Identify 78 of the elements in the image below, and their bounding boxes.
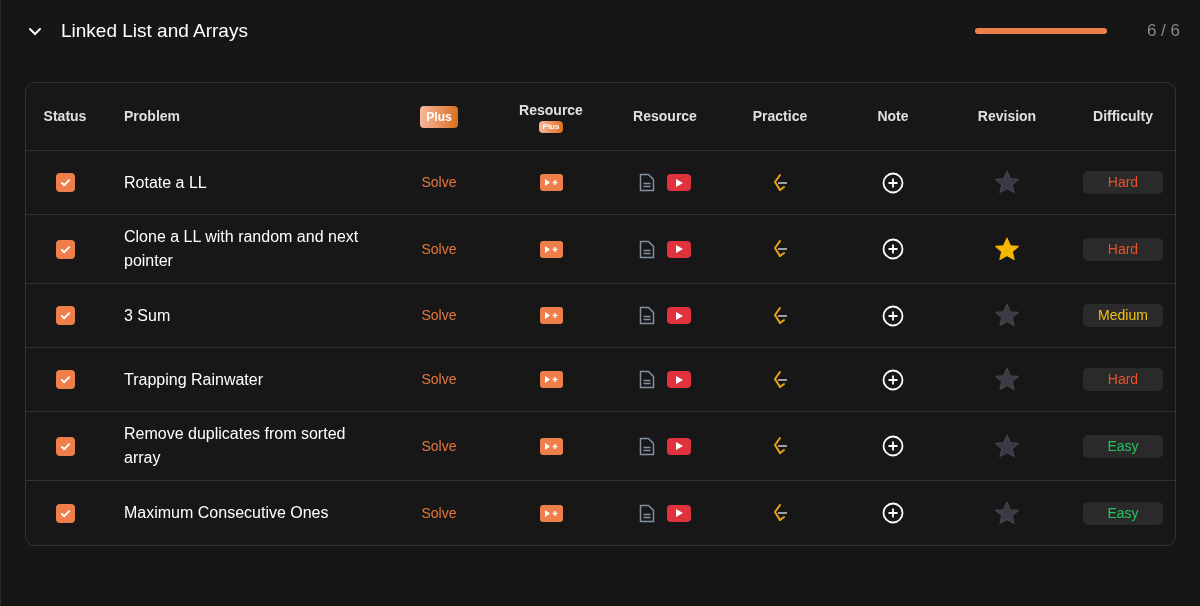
document-icon[interactable] — [639, 239, 655, 259]
plus-badge: Plus — [538, 121, 564, 133]
status-checkbox[interactable] — [55, 436, 75, 456]
difficulty-tag: Easy — [1083, 501, 1163, 525]
difficulty-tag: Easy — [1083, 434, 1163, 458]
check-icon — [59, 177, 71, 188]
problem-name: 3 Sum — [124, 305, 172, 326]
column-header: Note — [877, 107, 909, 126]
add-note-icon[interactable] — [882, 304, 904, 327]
document-icon[interactable] — [639, 173, 655, 192]
video-plus-icon[interactable] — [539, 437, 563, 455]
column-header: Status — [43, 107, 87, 126]
problem-name: Maximum Consecutive Ones — [124, 503, 330, 523]
problem-name: Trapping Rainwater — [124, 369, 265, 390]
column-header: Practice — [752, 107, 808, 126]
add-note-icon[interactable] — [882, 502, 904, 524]
section-title: Linked List and Arrays — [61, 18, 248, 43]
video-plus-icon[interactable] — [539, 371, 563, 388]
status-checkbox[interactable] — [55, 173, 75, 192]
add-note-icon[interactable] — [882, 435, 904, 457]
revision-star-icon[interactable] — [994, 500, 1020, 526]
solve-link[interactable]: Solve — [421, 305, 457, 326]
problem-name: Clone a LL with random and next pointer — [124, 227, 360, 271]
solve-link[interactable]: Solve — [421, 502, 457, 524]
video-play-icon[interactable] — [667, 504, 691, 522]
column-header: Problem — [124, 107, 180, 126]
problem-name: Remove duplicates from sorted array — [124, 424, 347, 468]
video-plus-icon[interactable] — [539, 240, 563, 258]
add-note-icon[interactable] — [882, 171, 904, 194]
revision-star-icon[interactable] — [994, 367, 1020, 392]
document-icon[interactable] — [639, 503, 655, 523]
check-icon — [59, 507, 71, 519]
solve-link[interactable]: Solve — [421, 238, 457, 260]
practice-logo-icon[interactable] — [772, 503, 788, 523]
difficulty-tag: Medium — [1083, 304, 1163, 327]
revision-star-icon[interactable] — [994, 433, 1020, 459]
check-icon — [59, 440, 71, 452]
status-checkbox[interactable] — [55, 239, 75, 259]
column-header: Revision — [977, 107, 1037, 126]
check-icon — [59, 310, 71, 321]
revision-star-icon[interactable] — [994, 170, 1020, 195]
add-note-icon[interactable] — [882, 368, 904, 391]
problem-name: Rotate a LL — [124, 172, 208, 193]
practice-logo-icon[interactable] — [772, 305, 788, 326]
difficulty-tag: Hard — [1083, 171, 1163, 194]
difficulty-tag: Hard — [1083, 237, 1163, 261]
revision-star-icon[interactable] — [994, 236, 1020, 262]
document-icon[interactable] — [639, 436, 655, 456]
progress-count: 6 / 6 — [1146, 20, 1180, 43]
check-icon — [59, 243, 71, 255]
practice-logo-icon[interactable] — [772, 369, 788, 390]
video-play-icon[interactable] — [667, 307, 691, 324]
status-checkbox[interactable] — [55, 503, 75, 523]
status-checkbox[interactable] — [55, 306, 75, 325]
practice-logo-icon[interactable] — [772, 172, 788, 193]
video-play-icon[interactable] — [667, 437, 691, 455]
video-plus-icon[interactable] — [539, 174, 563, 191]
solve-link[interactable]: Solve — [421, 435, 457, 457]
check-icon — [59, 374, 71, 385]
practice-logo-icon[interactable] — [772, 436, 788, 456]
column-header: Resource — [519, 101, 583, 120]
practice-logo-icon[interactable] — [772, 239, 788, 259]
status-checkbox[interactable] — [55, 370, 75, 389]
solve-link[interactable]: Solve — [421, 369, 457, 390]
video-play-icon[interactable] — [667, 240, 691, 258]
column-header: Resource — [633, 107, 697, 126]
solve-link[interactable]: Solve — [421, 172, 457, 193]
video-plus-icon[interactable] — [539, 307, 563, 324]
video-play-icon[interactable] — [667, 174, 691, 191]
document-icon[interactable] — [639, 370, 655, 389]
plus-badge: Plus — [420, 105, 458, 128]
video-play-icon[interactable] — [667, 371, 691, 388]
document-icon[interactable] — [639, 306, 655, 325]
revision-star-icon[interactable] — [994, 303, 1020, 328]
add-note-icon[interactable] — [882, 238, 904, 260]
difficulty-tag: Hard — [1083, 368, 1163, 391]
video-plus-icon[interactable] — [539, 504, 563, 522]
column-header: Difficulty — [1093, 107, 1153, 126]
